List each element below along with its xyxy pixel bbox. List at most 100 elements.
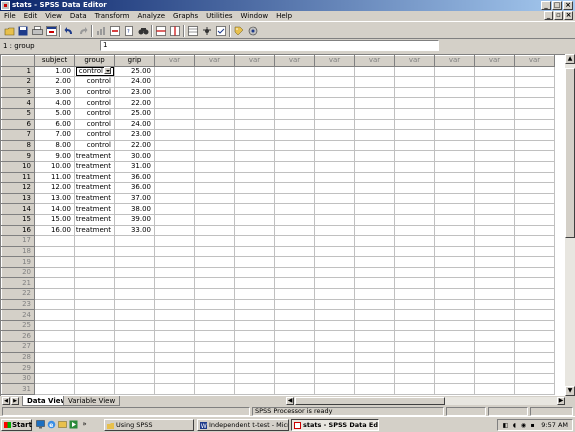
- empty-cell[interactable]: [474, 171, 515, 184]
- hscroll-thumb[interactable]: [295, 397, 445, 405]
- empty-cell[interactable]: [474, 245, 515, 258]
- empty-cell[interactable]: [194, 107, 235, 120]
- empty-cell[interactable]: [314, 319, 355, 332]
- menu-window[interactable]: Window: [237, 11, 273, 21]
- row-number[interactable]: 1: [1, 65, 35, 78]
- empty-cell[interactable]: [514, 224, 555, 237]
- empty-cell[interactable]: [394, 224, 435, 237]
- empty-cell[interactable]: [514, 118, 555, 131]
- empty-cell[interactable]: [274, 160, 315, 173]
- empty-cell[interactable]: [34, 351, 75, 364]
- empty-cell[interactable]: [234, 319, 275, 332]
- empty-cell[interactable]: [434, 319, 475, 332]
- empty-cell[interactable]: [434, 309, 475, 321]
- empty-cell[interactable]: [114, 288, 155, 300]
- empty-cell[interactable]: [234, 288, 275, 300]
- empty-cell[interactable]: [354, 383, 395, 395]
- cell-grip[interactable]: 36.00: [114, 182, 155, 194]
- column-header-var-3[interactable]: var: [154, 55, 195, 67]
- empty-cell[interactable]: [314, 213, 355, 226]
- task-using-spss[interactable]: Using SPSS: [104, 419, 194, 431]
- cell-grip[interactable]: 38.00: [114, 203, 155, 215]
- empty-cell[interactable]: [514, 203, 555, 215]
- empty-cell[interactable]: [354, 277, 395, 290]
- empty-cell[interactable]: [354, 160, 395, 173]
- empty-cell[interactable]: [394, 160, 435, 173]
- empty-cell[interactable]: [274, 107, 315, 120]
- empty-cell[interactable]: [354, 245, 395, 258]
- empty-cell[interactable]: [274, 372, 315, 385]
- empty-cell[interactable]: [274, 65, 315, 78]
- empty-cell[interactable]: [314, 330, 355, 343]
- empty-cell[interactable]: [354, 330, 395, 343]
- cell-subject[interactable]: 15.00: [34, 213, 75, 226]
- empty-cell[interactable]: [154, 235, 195, 247]
- column-header-var-8[interactable]: var: [354, 55, 395, 67]
- empty-cell[interactable]: [34, 372, 75, 385]
- empty-cell[interactable]: [434, 235, 475, 247]
- row-number[interactable]: 11: [1, 171, 35, 184]
- empty-cell[interactable]: [394, 76, 435, 88]
- empty-cell[interactable]: [194, 372, 235, 385]
- column-header-var-7[interactable]: var: [314, 55, 355, 67]
- empty-cell[interactable]: [194, 319, 235, 332]
- empty-cell[interactable]: [114, 298, 155, 311]
- empty-cell[interactable]: [434, 224, 475, 237]
- empty-cell[interactable]: [474, 362, 515, 374]
- column-header-group[interactable]: group: [74, 55, 115, 67]
- cell-group[interactable]: control: [74, 76, 115, 88]
- row-number[interactable]: 5: [1, 107, 35, 120]
- empty-cell[interactable]: [194, 266, 235, 279]
- empty-cell[interactable]: [114, 245, 155, 258]
- empty-cell[interactable]: [194, 235, 235, 247]
- open-folder-icon[interactable]: [3, 25, 15, 37]
- empty-cell[interactable]: [474, 150, 515, 162]
- empty-cell[interactable]: [354, 224, 395, 237]
- volume-icon[interactable]: ◖: [511, 422, 518, 429]
- empty-cell[interactable]: [74, 383, 115, 395]
- empty-cell[interactable]: [474, 65, 515, 78]
- empty-cell[interactable]: [34, 277, 75, 290]
- empty-cell[interactable]: [154, 76, 195, 88]
- empty-cell[interactable]: [114, 235, 155, 247]
- empty-cell[interactable]: [474, 372, 515, 385]
- empty-cell[interactable]: [434, 341, 475, 353]
- row-number[interactable]: 9: [1, 150, 35, 162]
- redo-icon[interactable]: [77, 25, 89, 37]
- empty-cell[interactable]: [234, 76, 275, 88]
- empty-cell[interactable]: [194, 182, 235, 194]
- empty-cell[interactable]: [514, 97, 555, 109]
- cell-subject[interactable]: 13.00: [34, 192, 75, 205]
- empty-cell[interactable]: [274, 235, 315, 247]
- media-player-icon[interactable]: [69, 420, 78, 429]
- row-number[interactable]: 4: [1, 97, 35, 109]
- row-number[interactable]: 26: [1, 330, 35, 343]
- empty-cell[interactable]: [314, 65, 355, 78]
- empty-cell[interactable]: [514, 309, 555, 321]
- empty-cell[interactable]: [114, 309, 155, 321]
- cell-subject[interactable]: 4.00: [34, 97, 75, 109]
- row-number[interactable]: 19: [1, 256, 35, 268]
- menu-utilities[interactable]: Utilities: [202, 11, 236, 21]
- value-labels-icon[interactable]: [233, 25, 245, 37]
- empty-cell[interactable]: [234, 277, 275, 290]
- cell-group[interactable]: treatment: [74, 213, 115, 226]
- empty-cell[interactable]: [394, 192, 435, 205]
- row-number[interactable]: 14: [1, 203, 35, 215]
- horizontal-scrollbar[interactable]: ◀ ▶: [286, 397, 565, 405]
- empty-cell[interactable]: [234, 235, 275, 247]
- empty-cell[interactable]: [514, 351, 555, 364]
- empty-cell[interactable]: [394, 256, 435, 268]
- empty-cell[interactable]: [74, 341, 115, 353]
- empty-cell[interactable]: [314, 160, 355, 173]
- empty-cell[interactable]: [114, 330, 155, 343]
- empty-cell[interactable]: [354, 288, 395, 300]
- empty-cell[interactable]: [394, 341, 435, 353]
- empty-cell[interactable]: [474, 277, 515, 290]
- empty-cell[interactable]: [314, 235, 355, 247]
- empty-cell[interactable]: [114, 383, 155, 395]
- empty-cell[interactable]: [274, 213, 315, 226]
- cell-grip[interactable]: 25.00: [114, 107, 155, 120]
- empty-cell[interactable]: [394, 298, 435, 311]
- empty-cell[interactable]: [194, 76, 235, 88]
